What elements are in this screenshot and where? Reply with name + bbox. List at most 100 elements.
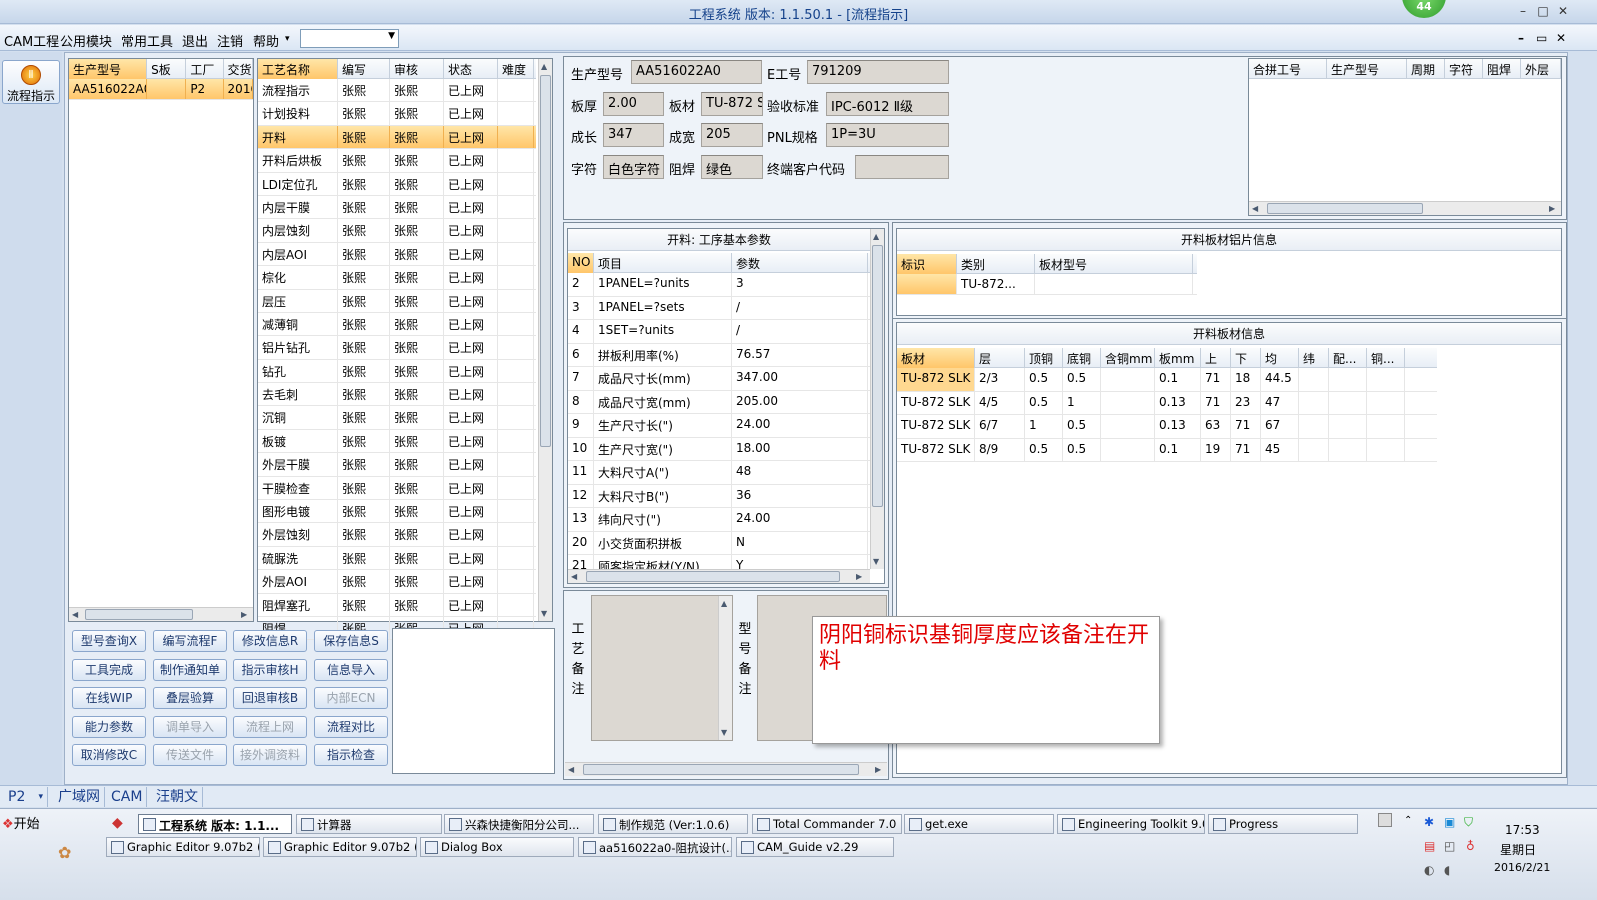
col-header[interactable]: 外层 bbox=[1521, 59, 1561, 79]
taskbar-item[interactable]: 制作规范 (Ver:1.0.6) bbox=[598, 814, 748, 834]
taskbar-item[interactable]: Graphic Editor 9.07b2 (0... bbox=[106, 837, 260, 857]
board-row[interactable]: TU-872 SLK 2/3 0.5 0.5 0.1 71 18 44.5 bbox=[897, 368, 1437, 392]
process-row[interactable]: 开料后烘板 张熙 张熙 已上网 bbox=[258, 149, 536, 173]
clock-time[interactable]: 17:53 bbox=[1505, 823, 1540, 837]
params-row[interactable]: 11 大料尺寸A(") 48 bbox=[568, 461, 870, 485]
tab-wan[interactable]: 广域网 bbox=[54, 787, 105, 807]
clock-weekday[interactable]: 星期日 bbox=[1500, 841, 1536, 858]
action-button[interactable]: 在线WIP bbox=[72, 687, 146, 709]
col-header[interactable]: 配... bbox=[1329, 348, 1367, 368]
thick-field[interactable]: 2.00 bbox=[603, 92, 664, 116]
scroll-left-icon[interactable]: ◀ bbox=[72, 610, 78, 619]
action-button[interactable]: 指示审核H bbox=[233, 658, 307, 681]
wid-field[interactable]: 205 bbox=[701, 123, 763, 147]
taskbar-item[interactable]: aa516022a0-阻抗设计(... bbox=[578, 837, 732, 857]
scroll-left-icon[interactable]: ◀ bbox=[568, 765, 574, 774]
mdi-restore-button[interactable]: ▭ bbox=[1536, 31, 1547, 45]
col-header[interactable]: 工厂 bbox=[186, 59, 224, 79]
taskbar-item[interactable]: 工程系统 版本: 1.1... bbox=[138, 814, 292, 834]
action-button[interactable]: 修改信息R bbox=[233, 630, 307, 652]
col-header[interactable]: 板mm bbox=[1155, 348, 1201, 368]
process-row[interactable]: 开料 张熙 张熙 已上网 bbox=[258, 125, 536, 150]
maximize-button[interactable]: □ bbox=[1534, 3, 1552, 19]
action-button[interactable]: 调单导入 bbox=[153, 715, 227, 738]
params-row[interactable]: 20 小交货面积拼板 N bbox=[568, 531, 870, 555]
taskbar-item[interactable]: Total Commander 7.0 p... bbox=[752, 814, 902, 834]
process-row[interactable]: 内层干膜 张熙 张熙 已上网 bbox=[258, 195, 536, 220]
process-row[interactable]: 去毛刺 张熙 张熙 已上网 bbox=[258, 383, 536, 407]
params-row[interactable]: 7 成品尺寸长(mm) 347.00 bbox=[568, 367, 870, 391]
col-header[interactable]: 均 bbox=[1261, 348, 1299, 368]
process-row[interactable]: 阻焊塞孔 张熙 张熙 已上网 bbox=[258, 593, 536, 617]
mask-field[interactable]: 绿色 bbox=[701, 155, 763, 179]
scroll-thumb[interactable] bbox=[540, 75, 551, 447]
menu-common-modules[interactable]: 公用模块 bbox=[60, 31, 112, 50]
scroll-left-icon[interactable]: ◀ bbox=[571, 572, 577, 581]
process-row[interactable]: 图形电镀 张熙 张熙 已上网 bbox=[258, 500, 536, 524]
col-header[interactable]: S板 bbox=[147, 59, 187, 79]
minimize-button[interactable]: – bbox=[1514, 3, 1532, 19]
model-field[interactable]: AA516022A0 bbox=[631, 60, 762, 84]
taskbar-item[interactable]: Graphic Editor 9.07b2 (0... bbox=[263, 837, 417, 857]
col-header[interactable]: 下 bbox=[1231, 348, 1261, 368]
alu-row[interactable]: TU-872... bbox=[897, 274, 1197, 295]
params-row[interactable]: 13 纬向尺寸(") 24.00 bbox=[568, 508, 870, 532]
scroll-right-icon[interactable]: ▶ bbox=[1549, 204, 1555, 213]
tab-cam[interactable]: CAM bbox=[107, 787, 148, 807]
menu-tools[interactable]: 常用工具 bbox=[121, 31, 173, 50]
board-row[interactable]: TU-872 SLK 8/9 0.5 0.5 0.1 19 71 45 bbox=[897, 438, 1437, 462]
scroll-up-icon[interactable]: ▲ bbox=[721, 599, 727, 608]
col-header[interactable]: 交货 bbox=[224, 59, 253, 79]
taskbar-item[interactable]: CAM_Guide v2.29 bbox=[736, 837, 894, 857]
merge-hscroll[interactable]: ◀ ▶ bbox=[1249, 201, 1561, 215]
col-header[interactable]: 铜... bbox=[1367, 348, 1405, 368]
quicklaunch-icon[interactable]: ✿ bbox=[58, 843, 71, 862]
scroll-up-icon[interactable]: ▲ bbox=[873, 232, 879, 241]
col-header[interactable]: NO bbox=[568, 253, 594, 273]
remarks-hscroll[interactable]: ◀ ▶ bbox=[565, 762, 887, 776]
col-header[interactable]: 合拼工号 bbox=[1249, 59, 1327, 79]
action-button[interactable]: 制作通知单 bbox=[153, 658, 227, 681]
col-header[interactable]: 周期 bbox=[1407, 59, 1445, 79]
col-header[interactable]: 工艺名称 bbox=[258, 59, 338, 79]
tray-app-icon[interactable]: ♁ bbox=[1466, 839, 1475, 853]
scroll-left-icon[interactable]: ◀ bbox=[1252, 204, 1258, 213]
remark-vscroll[interactable]: ▲ ▼ bbox=[718, 596, 732, 740]
col-header[interactable]: 生产型号 bbox=[69, 59, 148, 79]
params-row[interactable]: 3 1PANEL=?sets / bbox=[568, 296, 870, 320]
action-button[interactable]: 编写流程F bbox=[153, 630, 227, 652]
scroll-thumb[interactable] bbox=[872, 245, 883, 507]
action-button[interactable]: 内部ECN bbox=[314, 687, 388, 709]
char-field[interactable]: 白色字符 bbox=[603, 155, 664, 179]
process-row[interactable]: 层压 张熙 张熙 已上网 bbox=[258, 289, 536, 313]
scroll-thumb[interactable] bbox=[586, 571, 840, 582]
mdi-close-button[interactable]: ✕ bbox=[1556, 31, 1566, 45]
col-header[interactable]: 阻焊 bbox=[1483, 59, 1521, 79]
scroll-thumb[interactable] bbox=[583, 764, 859, 775]
col-header[interactable]: 项目 bbox=[594, 253, 732, 273]
col-header[interactable]: 编写 bbox=[338, 59, 390, 79]
process-row[interactable]: 减薄铜 张熙 张熙 已上网 bbox=[258, 312, 536, 337]
action-button[interactable]: 能力参数 bbox=[72, 715, 146, 738]
scroll-thumb[interactable] bbox=[1267, 203, 1423, 214]
col-header[interactable]: 难度 bbox=[498, 59, 534, 79]
action-button[interactable]: 保存信息S bbox=[314, 630, 388, 652]
params-vscroll[interactable]: ▲ ▼ bbox=[870, 229, 884, 569]
tab-user[interactable]: 汪朝文 bbox=[152, 787, 203, 807]
scroll-right-icon[interactable]: ▶ bbox=[856, 572, 862, 581]
clock-date[interactable]: 2016/2/21 bbox=[1494, 861, 1550, 874]
col-header[interactable]: 字符 bbox=[1445, 59, 1483, 79]
col-header[interactable]: 标识 bbox=[897, 254, 957, 274]
close-button[interactable]: ✕ bbox=[1554, 3, 1572, 19]
board-row[interactable]: TU-872 SLK 6/7 1 0.5 0.13 63 71 67 bbox=[897, 415, 1437, 439]
col-header[interactable]: 底铜 bbox=[1063, 348, 1101, 368]
speaker-icon[interactable]: ◖ bbox=[1444, 863, 1450, 877]
taskbar-item[interactable]: Dialog Box bbox=[420, 837, 574, 857]
col-header[interactable]: 参数 bbox=[732, 253, 868, 273]
process-row[interactable]: 硫脲洗 张熙 张熙 已上网 bbox=[258, 546, 536, 571]
mdi-minimize-button[interactable]: – bbox=[1518, 31, 1524, 45]
tray-app-icon[interactable]: ◰ bbox=[1444, 839, 1455, 853]
process-row[interactable]: 沉铜 张熙 张熙 已上网 bbox=[258, 406, 536, 430]
board-row[interactable]: TU-872 SLK 4/5 0.5 1 0.13 71 23 47 bbox=[897, 391, 1437, 415]
action-button[interactable]: 工具完成 bbox=[72, 658, 146, 681]
